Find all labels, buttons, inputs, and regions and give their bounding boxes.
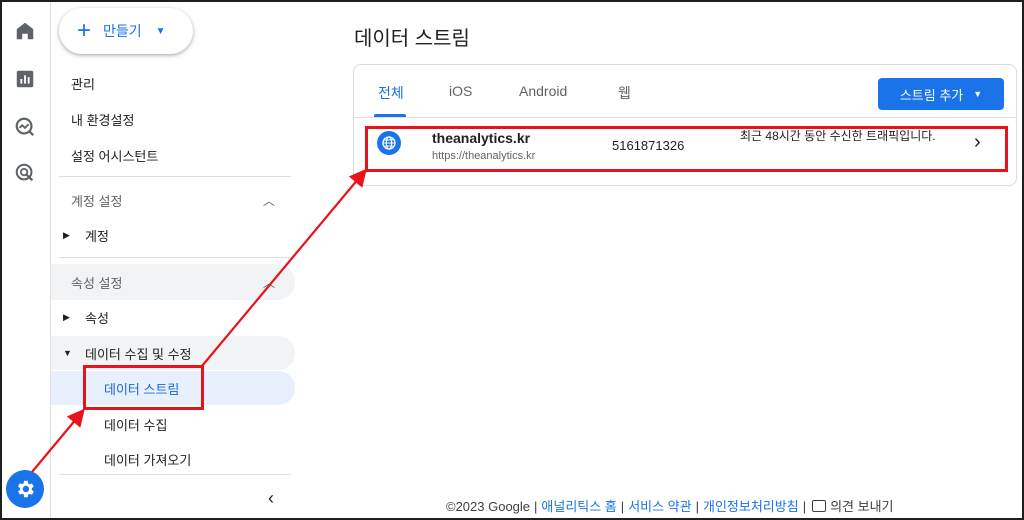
chevron-up-icon: ︿ xyxy=(262,194,275,208)
nav-divider xyxy=(59,257,291,258)
create-button[interactable]: + 만들기 ▼ xyxy=(59,8,193,54)
home-icon[interactable] xyxy=(14,20,36,42)
property-settings-label: 속성 설정 xyxy=(71,275,123,291)
active-tab-indicator xyxy=(374,114,406,117)
reports-icon[interactable] xyxy=(14,68,36,90)
nav-link-setup-assistant[interactable]: 설정 어시스턴트 xyxy=(71,146,158,165)
account-settings-header[interactable]: 계정 설정 ︿ xyxy=(51,182,295,218)
admin-sidebar: + 만들기 ▼ 관리 내 환경설정 설정 어시스턴트 계정 설정 ︿ ▶ 계정 … xyxy=(51,2,301,518)
left-rail xyxy=(2,2,51,518)
tree-item-property-label: 속성 xyxy=(85,310,109,326)
tree-item-account-label: 계정 xyxy=(85,228,109,244)
nav-link-admin[interactable]: 관리 xyxy=(71,74,95,93)
tree-item-property[interactable]: ▶ 속성 xyxy=(51,300,295,334)
data-streams-card: 전체 iOS Android 웹 스트림 추가 ▼ theanalytics.k… xyxy=(353,64,1017,186)
footer-feedback[interactable]: 의견 보내기 xyxy=(830,499,893,514)
stream-row[interactable]: theanalytics.kr https://theanalytics.kr … xyxy=(354,118,1016,170)
footer-link-privacy[interactable]: 개인정보처리방침 xyxy=(703,499,799,514)
main-content: 데이터 스트림 전체 iOS Android 웹 스트림 추가 ▼ theana… xyxy=(302,2,1022,518)
tree-item-account[interactable]: ▶ 계정 xyxy=(51,218,295,252)
tab-ios[interactable]: iOS xyxy=(449,83,472,99)
chevron-right-icon[interactable]: › xyxy=(974,131,981,154)
property-settings-header[interactable]: 속성 설정 ︿ xyxy=(51,264,295,300)
sub-item-data-import[interactable]: 데이터 가져오기 xyxy=(51,442,295,476)
nav-divider xyxy=(59,176,291,177)
sub-item-data-collection[interactable]: 데이터 수집 xyxy=(51,407,295,441)
footer-copyright: ©2023 Google xyxy=(446,499,531,514)
expand-triangle-icon: ▶ xyxy=(63,311,70,322)
admin-gear-icon[interactable] xyxy=(6,470,44,508)
collapse-triangle-icon: ▼ xyxy=(63,348,72,358)
globe-icon xyxy=(377,131,401,155)
feedback-icon xyxy=(812,500,827,512)
advertising-icon[interactable] xyxy=(14,162,36,184)
screenshot-frame: + 만들기 ▼ 관리 내 환경설정 설정 어시스턴트 계정 설정 ︿ ▶ 계정 … xyxy=(0,0,1024,520)
explore-icon[interactable] xyxy=(14,116,36,138)
expand-triangle-icon: ▶ xyxy=(63,229,70,240)
footer-link-analytics-home[interactable]: 애널리틱스 홈 xyxy=(541,499,616,514)
create-button-label: 만들기 xyxy=(103,23,142,39)
tab-android[interactable]: Android xyxy=(519,83,567,99)
stream-url: https://theanalytics.kr xyxy=(432,150,536,162)
tab-web[interactable]: 웹 xyxy=(618,83,631,103)
stream-name: theanalytics.kr xyxy=(432,130,531,146)
stream-tabs: 전체 iOS Android 웹 스트림 추가 ▼ xyxy=(354,65,1016,118)
tree-item-data-collection-label: 데이터 수집 및 수정 xyxy=(85,346,192,362)
account-settings-label: 계정 설정 xyxy=(71,193,123,209)
sub-item-data-streams[interactable]: 데이터 스트림 xyxy=(51,371,295,405)
chevron-up-icon: ︿ xyxy=(262,276,275,290)
add-stream-button[interactable]: 스트림 추가 ▼ xyxy=(878,78,1004,110)
page-title: 데이터 스트림 xyxy=(354,28,470,50)
caret-down-icon: ▼ xyxy=(155,25,166,37)
stream-status: 최근 48시간 동안 수신한 트래픽입니다. xyxy=(740,129,936,143)
plus-icon: + xyxy=(77,17,92,44)
footer: ©2023 Google | 애널리틱스 홈 | 서비스 약관 | 개인정보처리방침 | 의견 … xyxy=(446,499,894,514)
tree-item-data-collection[interactable]: ▼ 데이터 수집 및 수정 xyxy=(51,336,295,370)
nav-divider xyxy=(59,474,291,475)
tab-all[interactable]: 전체 xyxy=(378,83,404,103)
nav-link-preferences[interactable]: 내 환경설정 xyxy=(71,110,134,129)
caret-down-icon: ▼ xyxy=(973,89,983,99)
stream-id: 5161871326 xyxy=(612,138,685,153)
footer-link-terms[interactable]: 서비스 약관 xyxy=(628,499,691,514)
collapse-nav-icon[interactable]: ‹ xyxy=(261,488,281,508)
add-stream-label: 스트림 추가 xyxy=(899,87,964,103)
